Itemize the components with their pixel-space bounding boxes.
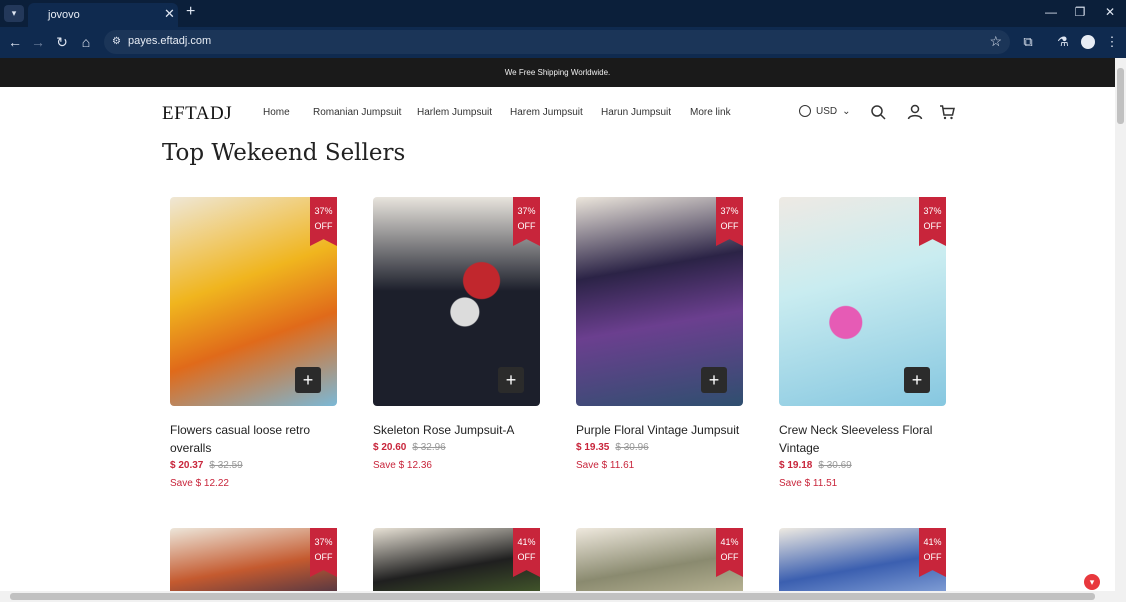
- add-to-cart-button[interactable]: +: [701, 367, 727, 393]
- nav-home[interactable]: Home: [263, 107, 290, 118]
- chevron-down-icon: ⌄: [842, 105, 851, 117]
- section-title: Top Wekeend Sellers: [162, 140, 406, 166]
- url-text[interactable]: payes.eftadj.com: [128, 35, 211, 47]
- browser-menu-icon[interactable]: ⋮: [1104, 34, 1120, 50]
- site-info-icon[interactable]: ⚙: [112, 36, 121, 47]
- nav-romanian-jumpsuit[interactable]: Romanian Jumpsuit: [313, 107, 401, 118]
- search-icon[interactable]: [870, 104, 886, 120]
- add-to-cart-button[interactable]: +: [295, 367, 321, 393]
- add-to-cart-button[interactable]: +: [904, 367, 930, 393]
- product-name[interactable]: Purple Floral Vintage Jumpsuit: [576, 421, 743, 439]
- price-row: $ 19.35 $ 30.96: [576, 442, 649, 453]
- vertical-scroll-thumb[interactable]: [1117, 68, 1124, 124]
- cart-icon[interactable]: [939, 104, 955, 120]
- discount-ribbon: 37% OFF: [513, 197, 540, 246]
- restore-icon[interactable]: ❐: [1071, 5, 1089, 19]
- savings-text: Save $ 11.61: [576, 460, 635, 471]
- horizontal-scrollbar[interactable]: [0, 591, 1126, 602]
- product-name[interactable]: Flowers casual loose retro overalls: [170, 421, 337, 457]
- discount-ribbon: 41% OFF: [513, 528, 540, 577]
- store-header: EFTADJ Home Romanian Jumpsuit Harlem Jum…: [0, 87, 1115, 137]
- savings-text: Save $ 12.36: [373, 460, 432, 471]
- discount-ribbon: 37% OFF: [310, 197, 337, 246]
- price-row: $ 19.18 $ 30.69: [779, 460, 852, 471]
- back-icon[interactable]: ←: [7, 34, 23, 50]
- currency-selector[interactable]: USD ⌄: [799, 105, 851, 117]
- vertical-scrollbar[interactable]: [1115, 58, 1126, 591]
- nav-harun-jumpsuit[interactable]: Harun Jumpsuit: [601, 107, 671, 118]
- store-logo[interactable]: EFTADJ: [162, 103, 232, 125]
- original-price: $ 30.69: [818, 460, 852, 471]
- nav-harem-jumpsuit[interactable]: Harem Jumpsuit: [510, 107, 583, 118]
- chat-widget-icon[interactable]: ▾: [1084, 574, 1100, 590]
- currency-label: USD: [816, 105, 838, 117]
- discount-ribbon: 41% OFF: [919, 528, 946, 577]
- nav-harlem-jumpsuit[interactable]: Harlem Jumpsuit: [417, 107, 492, 118]
- sale-price: $ 20.60: [373, 442, 407, 453]
- announcement-bar: We Free Shipping Worldwide.: [0, 58, 1115, 87]
- horizontal-scroll-thumb[interactable]: [10, 593, 1095, 600]
- tab-title: jovovo: [48, 9, 80, 21]
- sale-price: $ 19.18: [779, 460, 813, 471]
- forward-icon[interactable]: →: [30, 34, 46, 50]
- nav-more-link[interactable]: More link: [690, 107, 731, 118]
- new-tab-icon[interactable]: +: [186, 3, 195, 21]
- account-icon[interactable]: [907, 104, 923, 120]
- globe-icon: [799, 105, 811, 117]
- extensions-icon[interactable]: ⧉: [1020, 34, 1036, 50]
- home-icon[interactable]: ⌂: [78, 34, 94, 50]
- discount-ribbon: 37% OFF: [310, 528, 337, 577]
- add-to-cart-button[interactable]: +: [498, 367, 524, 393]
- price-row: $ 20.37 $ 32.59: [170, 460, 243, 471]
- sale-price: $ 19.35: [576, 442, 610, 453]
- bookmark-star-icon[interactable]: ☆: [989, 33, 1002, 50]
- savings-text: Save $ 11.51: [779, 478, 838, 489]
- discount-ribbon: 37% OFF: [919, 197, 946, 246]
- tab-close-icon[interactable]: ✕: [164, 6, 175, 22]
- product-name[interactable]: Skeleton Rose Jumpsuit-A: [373, 421, 540, 439]
- original-price: $ 32.59: [209, 460, 243, 471]
- close-window-icon[interactable]: ✕: [1101, 5, 1119, 19]
- original-price: $ 30.96: [615, 442, 649, 453]
- web-page: We Free Shipping Worldwide. EFTADJ Home …: [0, 58, 1115, 591]
- savings-text: Save $ 12.22: [170, 478, 229, 489]
- browser-tab-bar: ▾ jovovo ✕ + — ❐ ✕: [0, 0, 1126, 27]
- tab-search-icon[interactable]: ▾: [4, 5, 24, 22]
- address-bar[interactable]: ⚙ payes.eftadj.com ☆: [104, 30, 1010, 54]
- discount-ribbon: 37% OFF: [716, 197, 743, 246]
- sale-price: $ 20.37: [170, 460, 204, 471]
- discount-ribbon: 41% OFF: [716, 528, 743, 577]
- original-price: $ 32.96: [412, 442, 446, 453]
- price-row: $ 20.60 $ 32.96: [373, 442, 446, 453]
- reload-icon[interactable]: ↻: [54, 34, 70, 51]
- browser-tab[interactable]: jovovo ✕: [28, 3, 178, 27]
- minimize-icon[interactable]: —: [1042, 5, 1060, 19]
- browser-toolbar: ← → ↻ ⌂ ⚙ payes.eftadj.com ☆ ⧉ ⚗ ⋮: [0, 27, 1126, 58]
- labs-flask-icon[interactable]: ⚗: [1055, 34, 1071, 50]
- product-name[interactable]: Crew Neck Sleeveless Floral Vintage: [779, 421, 946, 457]
- profile-avatar[interactable]: [1081, 35, 1095, 49]
